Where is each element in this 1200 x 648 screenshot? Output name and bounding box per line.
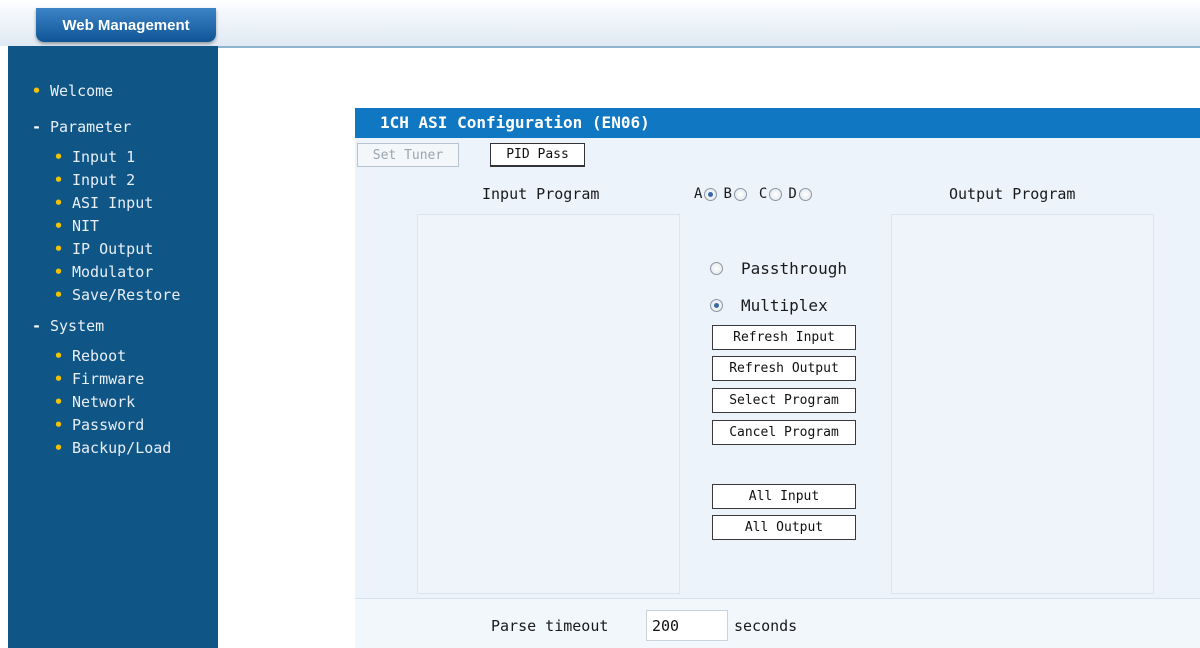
bullet-icon: •	[54, 370, 64, 388]
parse-timeout-unit: seconds	[734, 617, 798, 635]
sidebar-item-label: IP Output	[72, 240, 154, 258]
channel-b-label: B	[723, 186, 732, 202]
sidebar-item-backup-load[interactable]: • Backup/Load	[54, 439, 171, 457]
sidebar-item-label: NIT	[72, 217, 100, 235]
sidebar-item-label: Network	[72, 393, 136, 411]
passthrough-radio[interactable]	[710, 262, 723, 275]
channel-selector: A B C D	[694, 186, 818, 202]
all-input-button[interactable]: All Input	[712, 484, 856, 509]
sidebar-item-label: Save/Restore	[72, 286, 181, 304]
sidebar-item-modulator[interactable]: • Modulator	[54, 263, 153, 281]
channel-a-label: A	[694, 186, 703, 202]
sidebar-item-label: Reboot	[72, 347, 127, 365]
multiplex-radio[interactable]	[710, 299, 723, 312]
web-management-tab[interactable]: Web Management	[36, 8, 216, 42]
passthrough-label: Passthrough	[741, 259, 847, 278]
bullet-icon: •	[54, 416, 64, 434]
channel-b-radio[interactable]	[733, 187, 747, 201]
channel-d-radio[interactable]	[798, 187, 812, 201]
refresh-output-button[interactable]: Refresh Output	[712, 356, 856, 381]
sidebar-item-network[interactable]: • Network	[54, 393, 135, 411]
parse-timeout-label: Parse timeout	[491, 617, 609, 635]
sidebar-item-nit[interactable]: • NIT	[54, 217, 99, 235]
passthrough-option[interactable]: Passthrough	[710, 259, 847, 278]
bullet-icon: •	[54, 171, 64, 189]
header-divider	[218, 46, 1200, 48]
sidebar-item-welcome[interactable]: • Welcome	[32, 82, 113, 100]
bullet-icon: •	[54, 148, 64, 166]
collapse-icon: -	[32, 118, 42, 136]
sidebar-item-label: Backup/Load	[72, 439, 172, 457]
sidebar-item-save-restore[interactable]: • Save/Restore	[54, 286, 180, 304]
bullet-icon: •	[54, 347, 64, 365]
bullet-icon: •	[54, 393, 64, 411]
select-program-button[interactable]: Select Program	[712, 388, 856, 413]
sidebar-item-label: Input 2	[72, 171, 136, 189]
multiplex-option[interactable]: Multiplex	[710, 296, 828, 315]
sidebar-item-label: System	[50, 317, 105, 335]
sidebar-item-input-2[interactable]: • Input 2	[54, 171, 135, 189]
sidebar-item-label: Password	[72, 416, 145, 434]
refresh-input-button[interactable]: Refresh Input	[712, 325, 856, 350]
sidebar-item-label: Welcome	[50, 82, 114, 100]
sidebar-item-label: Modulator	[72, 263, 154, 281]
output-program-list[interactable]	[891, 214, 1154, 594]
bullet-icon: •	[54, 263, 64, 281]
channel-c-label: C	[758, 186, 768, 202]
pid-pass-button[interactable]: PID Pass	[490, 143, 585, 167]
parse-timeout-input[interactable]	[646, 610, 728, 641]
sidebar-item-asi-input[interactable]: • ASI Input	[54, 194, 153, 212]
bullet-icon: •	[54, 439, 64, 457]
sidebar-item-label: ASI Input	[72, 194, 154, 212]
input-program-list[interactable]	[417, 214, 680, 594]
bullet-icon: •	[54, 194, 64, 212]
all-output-button[interactable]: All Output	[712, 515, 856, 540]
input-program-heading: Input Program	[482, 185, 600, 203]
sidebar-item-label: Parameter	[50, 118, 132, 136]
set-tuner-button[interactable]: Set Tuner	[357, 143, 459, 167]
bullet-icon: •	[54, 240, 64, 258]
sidebar-item-label: Firmware	[72, 370, 145, 388]
sidebar-item-input-1[interactable]: • Input 1	[54, 148, 135, 166]
collapse-icon: -	[32, 317, 42, 335]
multiplex-label: Multiplex	[741, 296, 828, 315]
bullet-icon: •	[54, 286, 64, 304]
panel-title: 1CH ASI Configuration (EN06)	[355, 108, 1200, 138]
sidebar-item-reboot[interactable]: • Reboot	[54, 347, 126, 365]
channel-d-label: D	[788, 186, 797, 202]
sidebar-nav: • Welcome - Parameter • Input 1 • Input 2 • A…	[8, 46, 218, 648]
bullet-icon: •	[54, 217, 64, 235]
channel-a-radio[interactable]	[704, 187, 718, 201]
sidebar-item-password[interactable]: • Password	[54, 416, 144, 434]
sidebar-item-ip-output[interactable]: • IP Output	[54, 240, 153, 258]
sidebar-item-firmware[interactable]: • Firmware	[54, 370, 144, 388]
sidebar-item-label: Input 1	[72, 148, 136, 166]
bullet-icon: •	[32, 82, 42, 100]
cancel-program-button[interactable]: Cancel Program	[712, 420, 856, 445]
output-program-heading: Output Program	[949, 185, 1076, 203]
channel-c-radio[interactable]	[769, 187, 783, 201]
sidebar-group-parameter[interactable]: - Parameter	[32, 118, 131, 136]
sidebar-group-system[interactable]: - System	[32, 317, 104, 335]
